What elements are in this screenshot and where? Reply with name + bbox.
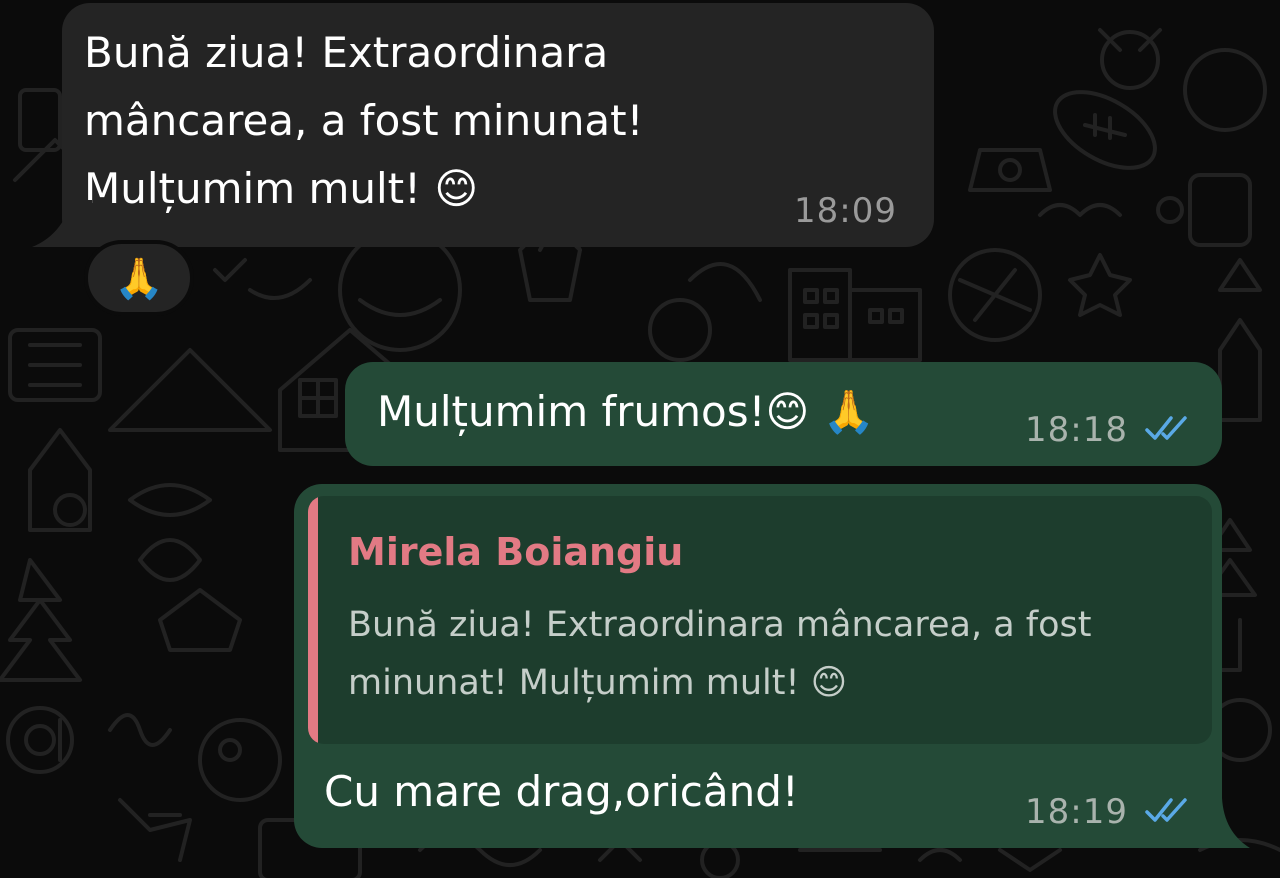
outgoing-reply-message-bubble[interactable]: Mirela Boiangiu Bună ziua! Extraordinara… [294, 484, 1222, 848]
quoted-message-author: Mirela Boiangiu [348, 530, 684, 574]
message-timestamp: 18:09 [794, 191, 897, 231]
incoming-message-bubble[interactable]: Bună ziua! Extraordinara mâncarea, a fos… [62, 3, 934, 247]
outgoing-bubble-tail [1192, 798, 1250, 848]
double-check-icon [1145, 416, 1187, 440]
outgoing-message-text: Cu mare drag,oricând! [324, 767, 799, 816]
quote-accent-bar [308, 496, 318, 744]
message-timestamp: 18:18 [1025, 410, 1128, 450]
message-reaction[interactable]: 🙏 [84, 240, 194, 316]
double-check-icon [1145, 798, 1187, 822]
outgoing-message-bubble[interactable]: Mulțumim frumos!😊 🙏 18:18 [345, 362, 1222, 466]
outgoing-message-text: Mulțumim frumos!😊 🙏 [377, 387, 875, 436]
quoted-message[interactable]: Mirela Boiangiu Bună ziua! Extraordinara… [308, 496, 1212, 744]
incoming-bubble-tail [32, 200, 92, 247]
quoted-message-text: Bună ziua! Extraordinara mâncarea, a fos… [348, 605, 1092, 703]
incoming-message-text: Bună ziua! Extraordinara mâncarea, a fos… [84, 28, 644, 213]
message-timestamp: 18:19 [1025, 792, 1128, 832]
